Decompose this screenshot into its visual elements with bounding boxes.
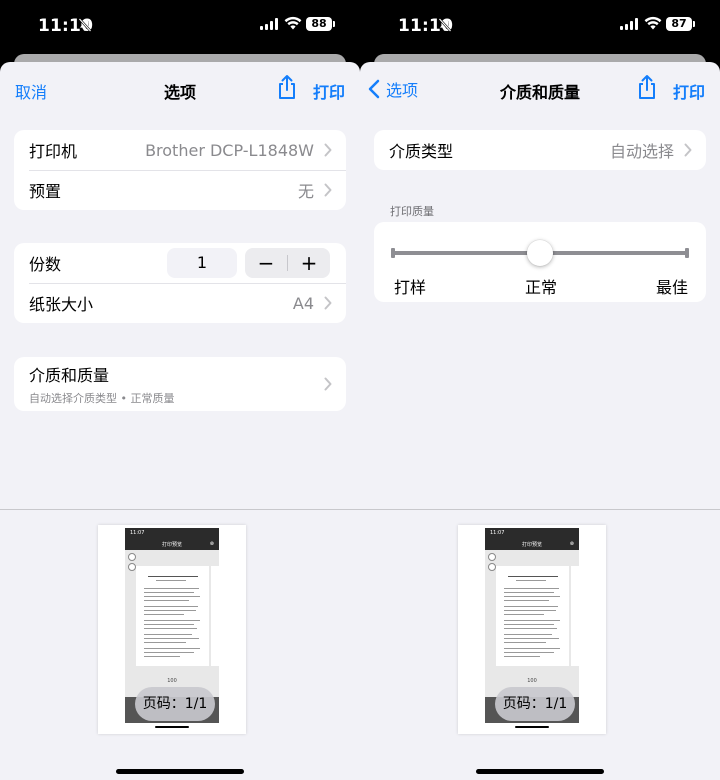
preview-header: 11:07 打印预览 ⊗ bbox=[125, 528, 219, 550]
quality-normal-label: 正常 bbox=[525, 278, 558, 297]
copies-group: 份数 1 − + 纸张大小 A4 bbox=[14, 243, 346, 323]
media-quality-label: 介质和质量 bbox=[29, 366, 110, 385]
preview-page-number: 100 bbox=[527, 678, 537, 684]
chevron-right-icon bbox=[324, 377, 332, 391]
preview-time: 11:07 bbox=[490, 530, 505, 536]
silent-bell-icon bbox=[78, 18, 92, 32]
battery-icon: 87 bbox=[666, 17, 695, 31]
wifi-icon bbox=[284, 16, 302, 30]
nav-bar: 选项 介质和质量 打印 bbox=[360, 62, 720, 116]
media-quality-screen: 11:10 87 选项 介质和质量 打印 介质类型 自动选择 打印质量 打样 正… bbox=[360, 0, 720, 780]
preview-document-page bbox=[496, 566, 569, 666]
print-button[interactable]: 打印 bbox=[673, 79, 705, 103]
preview-page-number: 100 bbox=[167, 678, 177, 684]
zoom-in-icon bbox=[128, 553, 136, 561]
preview-title: 打印预览 bbox=[521, 542, 542, 548]
page-count-badge: 页码：1/1 bbox=[495, 687, 575, 721]
home-indicator[interactable] bbox=[476, 769, 604, 774]
preview-close-icon: ⊗ bbox=[569, 541, 574, 547]
page-title: 选项 bbox=[163, 83, 196, 102]
print-options-screen: 11:10 88 取消 选项 打印 打印机 Brother DCP-L1848W… bbox=[0, 0, 360, 780]
silent-bell-icon bbox=[438, 18, 452, 32]
increment-button[interactable]: + bbox=[288, 248, 330, 278]
quality-best-label: 最佳 bbox=[656, 278, 689, 297]
chevron-right-icon bbox=[684, 143, 692, 157]
copies-input[interactable]: 1 bbox=[167, 248, 237, 278]
media-quality-summary: 自动选择介质类型 • 正常质量 bbox=[29, 392, 175, 405]
printer-row[interactable]: 打印机 Brother DCP-L1848W bbox=[14, 130, 346, 170]
zoom-in-icon bbox=[488, 553, 496, 561]
preview-next-page bbox=[211, 566, 219, 666]
home-indicator[interactable] bbox=[116, 769, 244, 774]
print-quality-header: 打印质量 bbox=[390, 205, 434, 218]
slider-thumb[interactable] bbox=[527, 240, 553, 266]
preview-header: 11:07 打印预览 ⊗ bbox=[485, 528, 579, 550]
cellular-signal-icon bbox=[620, 18, 638, 30]
status-bar: 11:10 88 bbox=[0, 0, 360, 52]
paper-size-value: A4 bbox=[292, 293, 314, 313]
preview-time: 11:07 bbox=[130, 530, 145, 536]
quality-draft-label: 打样 bbox=[394, 278, 427, 297]
printer-group: 打印机 Brother DCP-L1848W 预置 无 bbox=[14, 130, 346, 210]
copies-label: 份数 bbox=[29, 255, 62, 274]
media-quality-row[interactable]: 介质和质量 自动选择介质类型 • 正常质量 bbox=[14, 357, 346, 411]
preset-value: 无 bbox=[297, 182, 314, 201]
wifi-icon bbox=[644, 16, 662, 30]
preview-title: 打印预览 bbox=[161, 542, 182, 548]
media-quality-sheet: 选项 介质和质量 打印 介质类型 自动选择 打印质量 打样 正常 最佳 11:0… bbox=[360, 62, 720, 780]
copies-row: 份数 1 − + bbox=[14, 243, 346, 283]
chevron-right-icon bbox=[324, 143, 332, 157]
media-type-value: 自动选择 bbox=[609, 142, 674, 161]
share-icon[interactable] bbox=[276, 74, 298, 100]
cellular-signal-icon bbox=[260, 18, 278, 30]
decrement-button[interactable]: − bbox=[245, 248, 287, 278]
page-count-badge: 页码：1/1 bbox=[135, 687, 215, 721]
media-group: 介质和质量 自动选择介质类型 • 正常质量 bbox=[14, 357, 346, 411]
media-type-row[interactable]: 介质类型 自动选择 bbox=[374, 130, 706, 170]
printer-value: Brother DCP-L1848W bbox=[145, 140, 314, 160]
paper-size-label: 纸张大小 bbox=[29, 295, 94, 314]
zoom-out-icon bbox=[128, 563, 136, 571]
preset-row[interactable]: 预置 无 bbox=[14, 170, 346, 210]
status-bar: 11:10 87 bbox=[360, 0, 720, 52]
nav-bar: 取消 选项 打印 bbox=[0, 62, 360, 116]
zoom-out-icon bbox=[488, 563, 496, 571]
options-sheet: 取消 选项 打印 打印机 Brother DCP-L1848W 预置 无 份数 … bbox=[0, 62, 360, 780]
paper-size-row[interactable]: 纸张大小 A4 bbox=[14, 283, 346, 323]
preview-home-indicator bbox=[155, 726, 189, 728]
preview-home-indicator bbox=[515, 726, 549, 728]
slider-tick-start bbox=[391, 248, 395, 258]
page-title: 介质和质量 bbox=[499, 83, 580, 102]
copies-stepper: − + bbox=[245, 248, 330, 278]
share-icon[interactable] bbox=[636, 74, 658, 100]
preview-next-page bbox=[571, 566, 579, 666]
slider-tick-end bbox=[685, 248, 689, 258]
print-quality-slider[interactable]: 打样 正常 最佳 bbox=[374, 222, 706, 302]
preview-document-page bbox=[136, 566, 209, 666]
chevron-right-icon bbox=[324, 183, 332, 197]
media-type-label: 介质类型 bbox=[389, 142, 454, 161]
preset-label: 预置 bbox=[29, 182, 62, 201]
media-type-group: 介质类型 自动选择 bbox=[374, 130, 706, 170]
print-button[interactable]: 打印 bbox=[313, 79, 345, 103]
printer-label: 打印机 bbox=[29, 142, 78, 161]
chevron-right-icon bbox=[324, 296, 332, 310]
battery-icon: 88 bbox=[306, 17, 335, 31]
preview-close-icon: ⊗ bbox=[209, 541, 214, 547]
